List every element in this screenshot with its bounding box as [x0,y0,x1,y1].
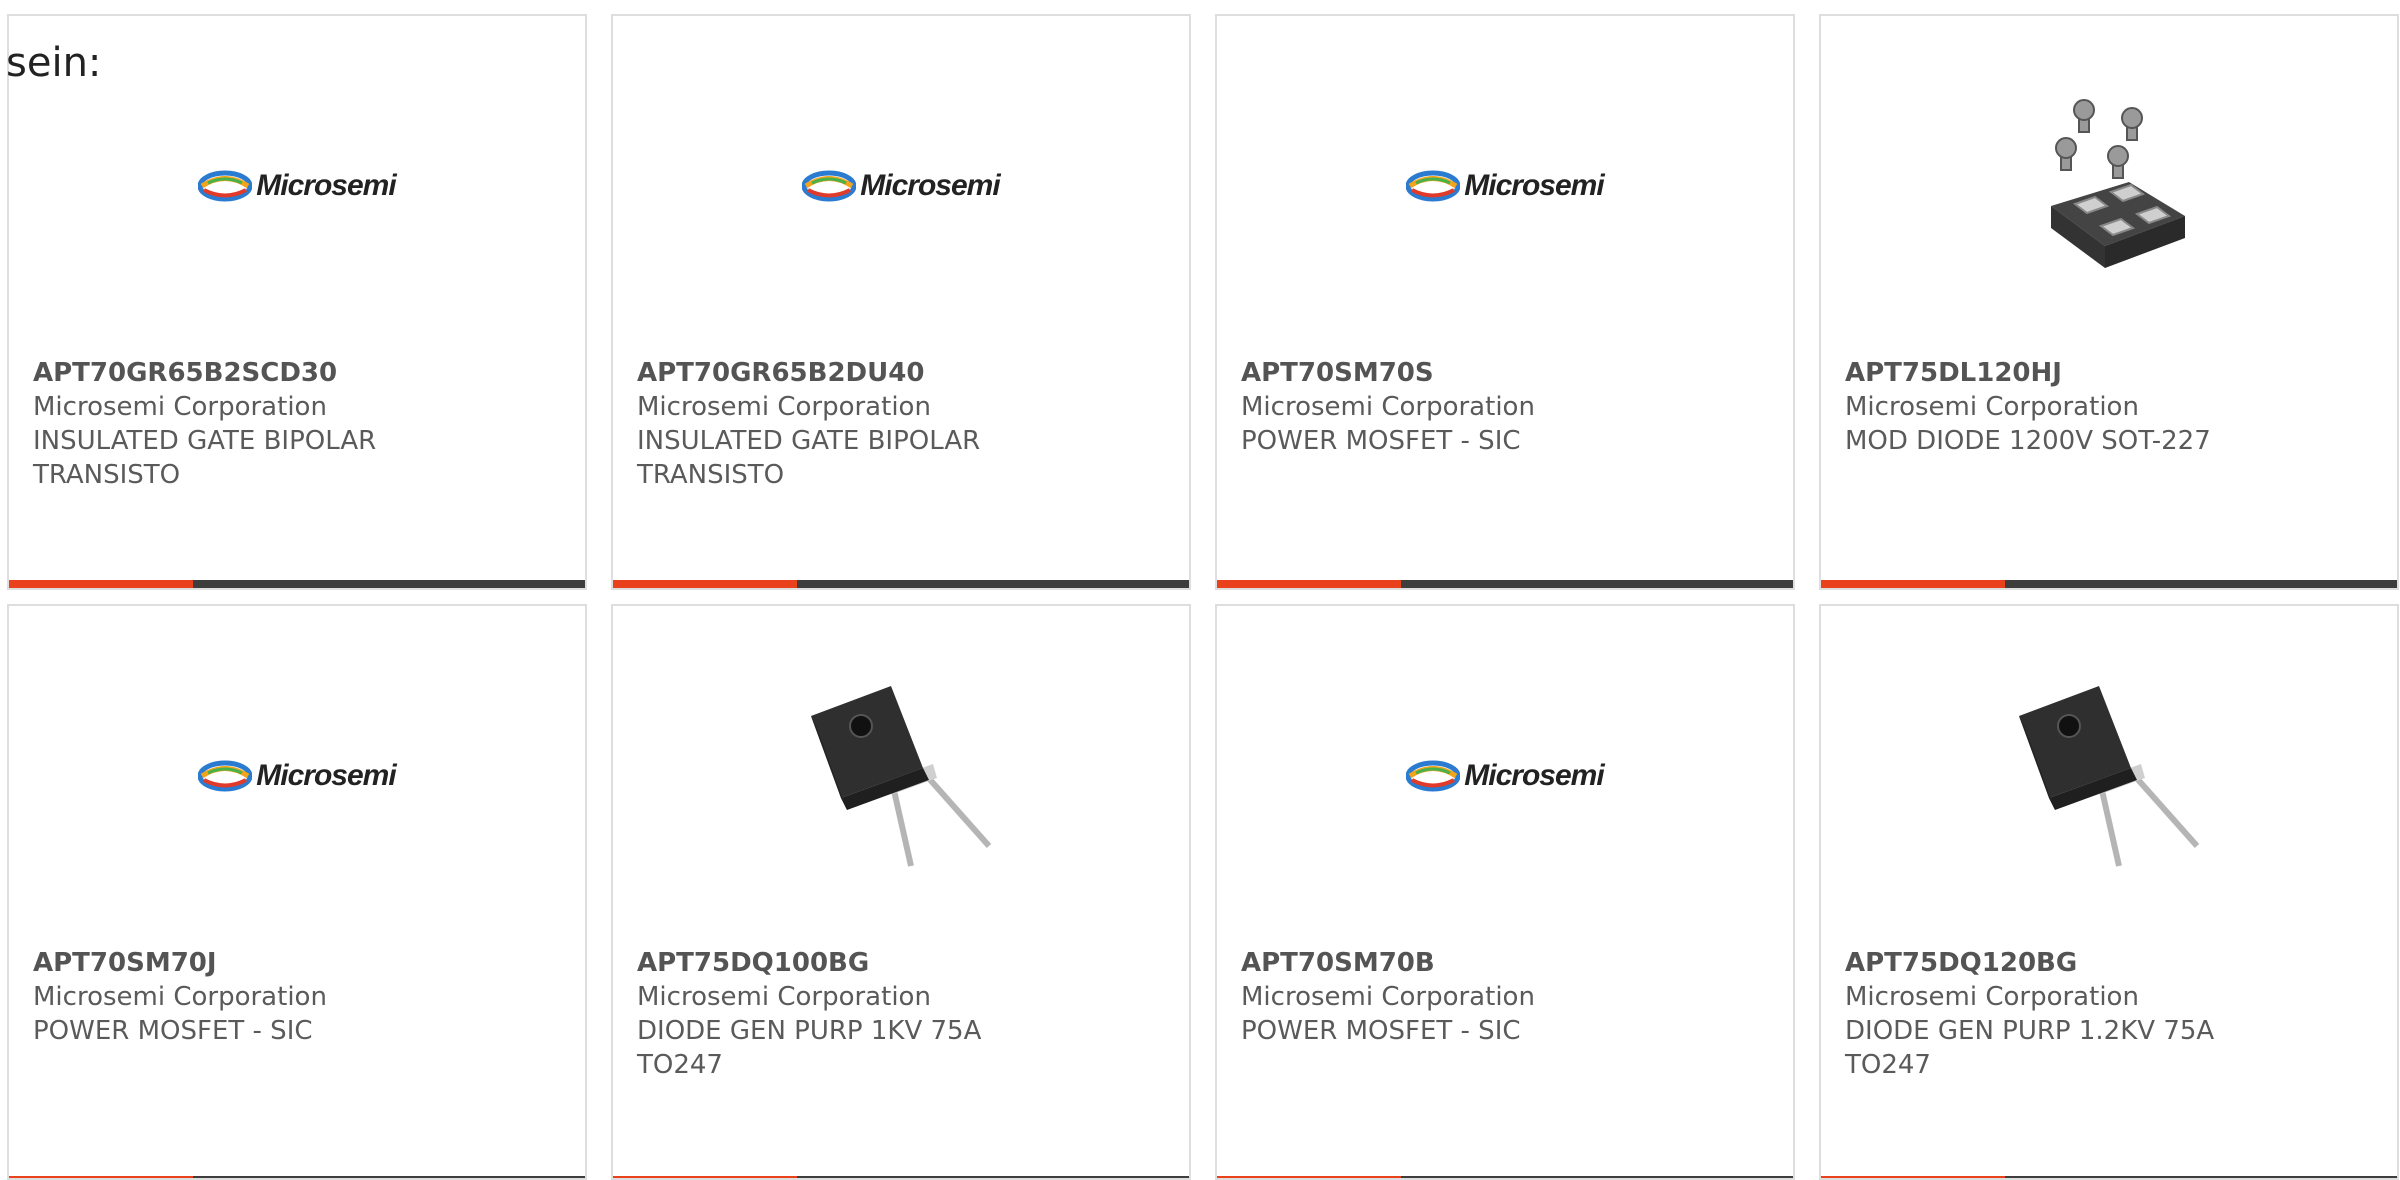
part-number[interactable]: APT75DQ100BG [637,946,1165,980]
card-bottom-bar [1821,580,2397,588]
manufacturer: Microsemi Corporation [1845,392,2139,422]
part-number[interactable]: APT75DQ120BG [1845,946,2373,980]
card-bottom-bar [9,1176,585,1178]
logo-text: Microsemi [1464,759,1604,792]
bar-accent [9,580,193,588]
bar-accent [9,1176,193,1178]
part-number[interactable]: APT70SM70S [1241,356,1769,390]
bar-rest [2005,1176,2397,1178]
microsemi-swirl-icon [1406,760,1461,792]
bar-rest [1401,580,1793,588]
to247-diode-photo [2019,686,2200,867]
description: POWER MOSFET - SIC [33,1016,313,1046]
card-bottom-bar [1821,1176,2397,1178]
bar-rest [2005,580,2397,588]
bar-rest [1401,1176,1793,1178]
product-card[interactable]: Microsemi APT70GR65B2SCD30 Microsemi Cor… [7,14,587,590]
bar-accent [613,580,797,588]
product-image: Microsemi [9,666,585,886]
description: MOD DIODE 1200V SOT-227 [1845,426,2211,456]
product-info: APT70SM70S Microsemi Corporation POWER M… [1241,356,1769,458]
part-number[interactable]: APT70SM70B [1241,946,1769,980]
product-info: APT70SM70B Microsemi Corporation POWER M… [1241,946,1769,1048]
microsemi-swirl-icon [802,170,857,202]
card-bottom-bar [9,580,585,588]
bar-accent [1217,1176,1401,1178]
microsemi-logo: Microsemi [198,169,397,203]
product-image: Microsemi [1217,76,1793,296]
bar-rest [193,1176,585,1178]
product-card[interactable]: APT75DQ120BG Microsemi Corporation DIODE… [1819,604,2399,1180]
manufacturer: Microsemi Corporation [1241,982,1535,1012]
description: POWER MOSFET - SIC [1241,426,1521,456]
bar-accent [1821,580,2005,588]
product-info: APT75DQ100BG Microsemi Corporation DIODE… [637,946,1165,1082]
microsemi-swirl-icon [1406,170,1461,202]
product-info: APT70GR65B2DU40 Microsemi Corporation IN… [637,356,1165,492]
part-number[interactable]: APT70GR65B2DU40 [637,356,1165,390]
product-image [1821,666,2397,886]
bar-rest [797,1176,1189,1178]
description: INSULATED GATE BIPOLAR TRANSISTO [637,426,981,490]
microsemi-swirl-icon [198,170,253,202]
product-grid: Microsemi APT70GR65B2SCD30 Microsemi Cor… [7,14,2399,1180]
description: INSULATED GATE BIPOLAR TRANSISTO [33,426,377,490]
part-number[interactable]: APT70GR65B2SCD30 [33,356,561,390]
manufacturer: Microsemi Corporation [1845,982,2139,1012]
sot227-module-photo [2051,99,2185,268]
manufacturer: Microsemi Corporation [637,392,931,422]
product-info: APT70GR65B2SCD30 Microsemi Corporation I… [33,356,561,492]
manufacturer: Microsemi Corporation [1241,392,1535,422]
card-bottom-bar [1217,580,1793,588]
product-info: APT75DQ120BG Microsemi Corporation DIODE… [1845,946,2373,1082]
product-image: Microsemi [613,76,1189,296]
product-info: APT75DL120HJ Microsemi Corporation MOD D… [1845,356,2373,458]
microsemi-logo: Microsemi [1406,759,1605,793]
product-info: APT70SM70J Microsemi Corporation POWER M… [33,946,561,1048]
product-image [1821,76,2397,296]
logo-text: Microsemi [256,169,396,202]
product-card[interactable]: APT75DQ100BG Microsemi Corporation DIODE… [611,604,1191,1180]
card-bottom-bar [613,1176,1189,1178]
bar-accent [1217,580,1401,588]
manufacturer: Microsemi Corporation [33,392,327,422]
part-number[interactable]: APT70SM70J [33,946,561,980]
product-image: Microsemi [1217,666,1793,886]
manufacturer: Microsemi Corporation [33,982,327,1012]
logo-text: Microsemi [860,169,1000,202]
part-number[interactable]: APT75DL120HJ [1845,356,2373,390]
bar-accent [613,1176,797,1178]
to247-diode-photo [811,686,992,867]
microsemi-logo: Microsemi [802,169,1001,203]
product-card[interactable]: Microsemi APT70SM70J Microsemi Corporati… [7,604,587,1180]
microsemi-logo: Microsemi [198,759,397,793]
bar-accent [1821,1176,2005,1178]
intro-text: sein: [6,40,102,86]
logo-text: Microsemi [1464,169,1604,202]
bar-rest [797,580,1189,588]
product-card[interactable]: Microsemi APT70GR65B2DU40 Microsemi Corp… [611,14,1191,590]
product-card[interactable]: Microsemi APT70SM70B Microsemi Corporati… [1215,604,1795,1180]
product-image [613,666,1189,886]
card-bottom-bar [1217,1176,1793,1178]
microsemi-logo: Microsemi [1406,169,1605,203]
card-bottom-bar [613,580,1189,588]
logo-text: Microsemi [256,759,396,792]
bar-rest [193,580,585,588]
product-card[interactable]: APT75DL120HJ Microsemi Corporation MOD D… [1819,14,2399,590]
description: POWER MOSFET - SIC [1241,1016,1521,1046]
description: DIODE GEN PURP 1KV 75A TO247 [637,1016,982,1080]
manufacturer: Microsemi Corporation [637,982,931,1012]
product-card[interactable]: Microsemi APT70SM70S Microsemi Corporati… [1215,14,1795,590]
product-image: Microsemi [9,76,585,296]
microsemi-swirl-icon [198,760,253,792]
description: DIODE GEN PURP 1.2KV 75A TO247 [1845,1016,2215,1080]
